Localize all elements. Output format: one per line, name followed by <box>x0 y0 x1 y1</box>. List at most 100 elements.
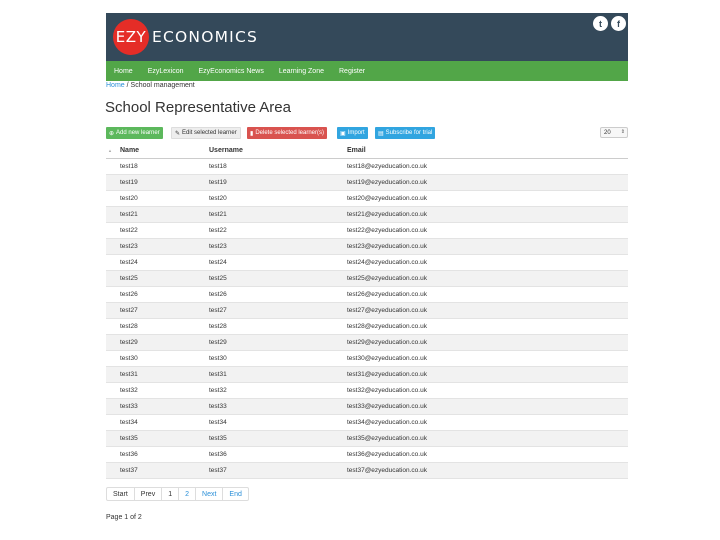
table-row[interactable]: test31 test31 test31@ezyeducation.co.uk <box>106 367 628 383</box>
cell-username: test37 <box>209 467 227 474</box>
page-size-value: 20 <box>604 129 611 136</box>
table-row[interactable]: test33 test33 test33@ezyeducation.co.uk <box>106 399 628 415</box>
table-row[interactable]: test20 test20 test20@ezyeducation.co.uk <box>106 191 628 207</box>
pagination-start[interactable]: Start <box>107 488 135 500</box>
learners-table: ▲ Name Username Email test18 test18 test18… <box>106 143 628 479</box>
nav-item-register[interactable]: Register <box>339 68 365 75</box>
select-arrows-icon: ⇕ <box>620 129 625 135</box>
cell-username: test33 <box>209 403 227 410</box>
delete-learners-button[interactable]: ▮ Delete selected learner(s) <box>247 127 328 139</box>
cell-email: test23@ezyeducation.co.uk <box>347 243 427 250</box>
add-learner-button[interactable]: ⊕ Add new learner <box>106 127 163 139</box>
site-logo[interactable]: EZY ECONOMICS <box>113 19 258 55</box>
breadcrumb-separator: / <box>126 82 129 89</box>
nav-item-learning-zone[interactable]: Learning Zone <box>279 68 324 75</box>
table-row[interactable]: test29 test29 test29@ezyeducation.co.uk <box>106 335 628 351</box>
cell-email: test33@ezyeducation.co.uk <box>347 403 427 410</box>
table-row[interactable]: test27 test27 test27@ezyeducation.co.uk <box>106 303 628 319</box>
cell-name: test18 <box>120 163 138 170</box>
table-row[interactable]: test23 test23 test23@ezyeducation.co.uk <box>106 239 628 255</box>
import-button[interactable]: ▣ Import <box>337 127 368 139</box>
breadcrumb-home-link[interactable]: Home <box>106 82 125 89</box>
column-header-email[interactable]: Email <box>347 147 366 154</box>
page-title: School Representative Area <box>105 99 291 116</box>
pagination-page-1[interactable]: 1 <box>162 488 180 500</box>
table-row[interactable]: test24 test24 test24@ezyeducation.co.uk <box>106 255 628 271</box>
table-row[interactable]: test30 test30 test30@ezyeducation.co.uk <box>106 351 628 367</box>
table-row[interactable]: test36 test36 test36@ezyeducation.co.uk <box>106 447 628 463</box>
twitter-icon[interactable]: t <box>593 16 608 31</box>
cell-name: test29 <box>120 339 138 346</box>
cell-name: test23 <box>120 243 138 250</box>
edit-learner-label: Edit selected learner <box>182 130 237 136</box>
subscribe-trial-button[interactable]: ▤ Subscribe for trial <box>375 127 436 139</box>
cell-email: test21@ezyeducation.co.uk <box>347 211 427 218</box>
facebook-icon[interactable]: f <box>611 16 626 31</box>
cell-name: test28 <box>120 323 138 330</box>
nav-item-ezylexicon[interactable]: EzyLexicon <box>148 68 184 75</box>
cell-name: test22 <box>120 227 138 234</box>
plus-icon: ⊕ <box>109 130 115 137</box>
cell-name: test19 <box>120 179 138 186</box>
table-row[interactable]: test35 test35 test35@ezyeducation.co.uk <box>106 431 628 447</box>
cell-username: test36 <box>209 451 227 458</box>
cell-username: test21 <box>209 211 227 218</box>
cell-name: test21 <box>120 211 138 218</box>
cell-username: test24 <box>209 259 227 266</box>
add-learner-label: Add new learner <box>116 130 160 136</box>
cell-email: test27@ezyeducation.co.uk <box>347 307 427 314</box>
import-icon: ▣ <box>340 130 346 137</box>
cell-name: test24 <box>120 259 138 266</box>
cell-name: test34 <box>120 419 138 426</box>
table-row[interactable]: test26 test26 test26@ezyeducation.co.uk <box>106 287 628 303</box>
pagination-prev[interactable]: Prev <box>135 488 163 500</box>
cell-name: test26 <box>120 291 138 298</box>
table-header: ▲ Name Username Email <box>106 143 628 159</box>
cell-username: test20 <box>209 195 227 202</box>
table-row[interactable]: test34 test34 test34@ezyeducation.co.uk <box>106 415 628 431</box>
pagination-end[interactable]: End <box>223 488 247 500</box>
table-row[interactable]: test21 test21 test21@ezyeducation.co.uk <box>106 207 628 223</box>
table-row[interactable]: test32 test32 test32@ezyeducation.co.uk <box>106 383 628 399</box>
logo-mark: EZY <box>113 19 149 55</box>
cell-name: test31 <box>120 371 138 378</box>
nav-item-news[interactable]: EzyEconomics News <box>198 68 263 75</box>
subscribe-trial-label: Subscribe for trial <box>385 130 433 136</box>
table-row[interactable]: test22 test22 test22@ezyeducation.co.uk <box>106 223 628 239</box>
sort-icon[interactable]: ▲ <box>108 148 112 153</box>
table-row[interactable]: test19 test19 test19@ezyeducation.co.uk <box>106 175 628 191</box>
cell-username: test29 <box>209 339 227 346</box>
cell-username: test34 <box>209 419 227 426</box>
import-label: Import <box>347 130 365 136</box>
cell-username: test27 <box>209 307 227 314</box>
cell-username: test22 <box>209 227 227 234</box>
cell-username: test28 <box>209 323 227 330</box>
table-row[interactable]: test25 test25 test25@ezyeducation.co.uk <box>106 271 628 287</box>
cell-email: test25@ezyeducation.co.uk <box>347 275 427 282</box>
cell-email: test29@ezyeducation.co.uk <box>347 339 427 346</box>
trash-icon: ▮ <box>250 130 254 137</box>
table-row[interactable]: test37 test37 test37@ezyeducation.co.uk <box>106 463 628 479</box>
cell-email: test28@ezyeducation.co.uk <box>347 323 427 330</box>
column-header-name[interactable]: Name <box>120 147 139 154</box>
table-row[interactable]: test18 test18 test18@ezyeducation.co.uk <box>106 159 628 175</box>
page-size-select[interactable]: 20 ⇕ <box>600 127 628 138</box>
breadcrumb-current: School management <box>130 82 195 89</box>
cell-name: test27 <box>120 307 138 314</box>
breadcrumb: Home / School management <box>106 82 195 89</box>
cell-name: test33 <box>120 403 138 410</box>
cell-email: test24@ezyeducation.co.uk <box>347 259 427 266</box>
table-row[interactable]: test28 test28 test28@ezyeducation.co.uk <box>106 319 628 335</box>
edit-learner-button[interactable]: ✎ Edit selected learner <box>171 127 241 139</box>
cell-name: test25 <box>120 275 138 282</box>
pagination-next[interactable]: Next <box>196 488 224 500</box>
cell-username: test23 <box>209 243 227 250</box>
cell-email: test32@ezyeducation.co.uk <box>347 387 427 394</box>
cell-email: test26@ezyeducation.co.uk <box>347 291 427 298</box>
pagination-page-2[interactable]: 2 <box>179 488 197 500</box>
column-header-username[interactable]: Username <box>209 147 243 154</box>
cell-username: test32 <box>209 387 227 394</box>
cell-name: test20 <box>120 195 138 202</box>
edit-icon: ✎ <box>175 130 181 137</box>
nav-item-home[interactable]: Home <box>114 68 133 75</box>
